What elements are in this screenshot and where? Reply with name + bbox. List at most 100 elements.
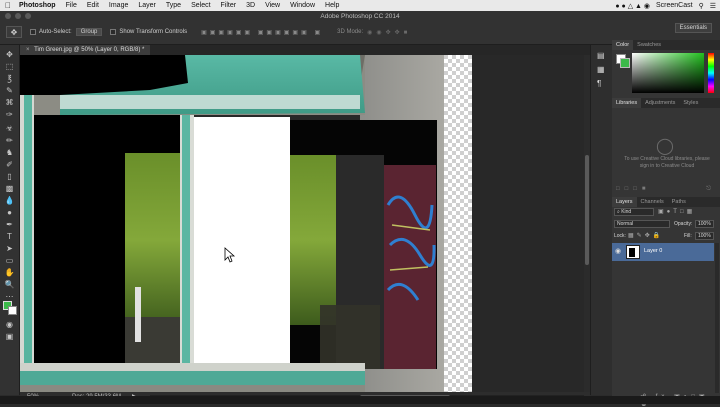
- blend-mode-dropdown[interactable]: Normal: [614, 220, 670, 228]
- screencast-label[interactable]: ScreenCast: [656, 2, 693, 9]
- window-title: Adobe Photoshop CC 2014: [320, 13, 400, 20]
- apple-icon[interactable]: : [0, 1, 16, 10]
- greenery-right: [290, 155, 336, 325]
- tab-swatches[interactable]: Swatches: [633, 40, 665, 50]
- hand-tool-icon[interactable]: ✋: [4, 267, 15, 278]
- greenery-left: [125, 153, 180, 328]
- 3d-mode-label: 3D Mode:: [337, 29, 364, 35]
- move-tool-icon[interactable]: ✥: [4, 49, 15, 60]
- auto-select-dropdown[interactable]: Group: [75, 28, 103, 36]
- color-hue-slider[interactable]: [708, 53, 714, 93]
- 3d-mode-icons[interactable]: ◉◉✥✥■: [367, 29, 411, 36]
- creative-cloud-icon: ◯: [656, 138, 674, 155]
- blur-tool-icon[interactable]: 💧: [4, 195, 15, 206]
- document-canvas[interactable]: [20, 55, 590, 392]
- tab-adjustments[interactable]: Adjustments: [641, 98, 679, 108]
- menu-view[interactable]: View: [260, 2, 285, 9]
- tab-color[interactable]: Color: [612, 40, 634, 50]
- paragraph-panel-icon[interactable]: ¶: [597, 79, 601, 88]
- lock-label: Lock:: [614, 233, 626, 239]
- move-tool-options: ✥ Auto-Select: Group Show Transform Cont…: [0, 24, 600, 40]
- menu-filter[interactable]: Filter: [216, 2, 242, 9]
- menu-edit[interactable]: Edit: [82, 2, 104, 9]
- fill-value[interactable]: 100%: [695, 232, 714, 240]
- libraries-message: To use Creative Cloud libraries, please …: [624, 156, 710, 169]
- menu-help[interactable]: Help: [320, 2, 344, 9]
- clone-stamp-icon[interactable]: ♞: [4, 147, 15, 158]
- workspace-switcher[interactable]: Essentials: [674, 23, 712, 33]
- quick-select-tool-icon[interactable]: ✎: [4, 85, 15, 96]
- graffiti-wall: [384, 165, 436, 369]
- lock-icons[interactable]: ▦✎✥🔒: [628, 232, 663, 239]
- layer-filter-icons[interactable]: ▣●T□▦: [658, 208, 695, 215]
- libraries-panel-tabs: Libraries Adjustments Styles: [612, 98, 720, 108]
- brush-tool-icon[interactable]: ✏: [4, 135, 15, 146]
- tools-panel: ✥ ⬚ ℥ ✎ ⌘ ✑ ☣ ✏ ♞ ✐ ▯ ▩ 💧 ● ✒ T ➤ ▭ ✋ 🔍 …: [0, 45, 20, 395]
- zoom-tool-icon[interactable]: 🔍: [4, 279, 15, 290]
- menu-select[interactable]: Select: [186, 2, 215, 9]
- document-tab-close-icon[interactable]: ×: [26, 47, 30, 53]
- layers-scrollbar[interactable]: [715, 243, 719, 393]
- menu-layer[interactable]: Layer: [133, 2, 161, 9]
- menu-extras-icons[interactable]: ● ● △ ▲ ◉: [615, 2, 650, 10]
- screen-mode-icon[interactable]: ▣: [4, 331, 15, 342]
- auto-select-checkbox[interactable]: [30, 29, 36, 35]
- color-panel-tabs: Color Swatches: [612, 40, 720, 50]
- eraser-tool-icon[interactable]: ▯: [4, 171, 15, 182]
- menu-3d[interactable]: 3D: [241, 2, 260, 9]
- path-select-tool-icon[interactable]: ➤: [4, 243, 15, 254]
- opacity-value[interactable]: 100%: [695, 220, 714, 228]
- white-fill-area: [194, 117, 290, 369]
- tab-channels[interactable]: Channels: [637, 197, 668, 207]
- menu-window[interactable]: Window: [285, 2, 320, 9]
- type-tool-icon[interactable]: T: [4, 231, 15, 242]
- crop-tool-icon[interactable]: ⌘: [4, 97, 15, 108]
- shape-tool-icon[interactable]: ▭: [4, 255, 15, 266]
- transparency-checkerboard: [442, 55, 472, 392]
- show-transform-label: Show Transform Controls: [119, 29, 188, 35]
- lasso-tool-icon[interactable]: ℥: [4, 73, 15, 84]
- tab-libraries[interactable]: Libraries: [612, 98, 642, 108]
- history-brush-icon[interactable]: ✐: [4, 159, 15, 170]
- search-icon[interactable]: ⚲: [699, 2, 704, 10]
- history-panel-icon[interactable]: ▤: [597, 51, 605, 60]
- color-bg-swatch[interactable]: [620, 58, 630, 68]
- gradient-tool-icon[interactable]: ▩: [4, 183, 15, 194]
- menu-app-name[interactable]: Photoshop: [16, 2, 61, 9]
- list-icon[interactable]: ☰: [710, 2, 716, 10]
- panel-icon-dock: ▤ ▦ ¶: [590, 45, 612, 395]
- layer-name[interactable]: Layer 0: [644, 248, 662, 254]
- tab-styles[interactable]: Styles: [679, 98, 702, 108]
- align-buttons[interactable]: ▣▣▣▣▣▣ ▣▣▣▣▣▣ ▣: [201, 29, 323, 36]
- show-transform-checkbox[interactable]: [110, 29, 117, 35]
- kind-label: Kind: [621, 209, 632, 215]
- healing-brush-icon[interactable]: ☣: [4, 123, 15, 134]
- canvas-area[interactable]: [20, 55, 590, 392]
- dodge-tool-icon[interactable]: ●: [4, 207, 15, 218]
- layer-thumbnail[interactable]: [626, 245, 640, 259]
- auto-select-label: Auto-Select:: [39, 29, 72, 35]
- fill-label: Fill:: [684, 233, 692, 239]
- layer-visibility-eye-icon[interactable]: ◉: [615, 247, 621, 255]
- vertical-scroll-thumb[interactable]: [585, 155, 589, 265]
- menu-type[interactable]: Type: [161, 2, 186, 9]
- tab-paths[interactable]: Paths: [668, 197, 690, 207]
- move-tool-preset-icon[interactable]: ✥: [6, 26, 22, 38]
- right-panels: Color Swatches Libraries Adjustments Sty…: [612, 40, 720, 407]
- layer-kind-filter[interactable]: ⌕ Kind: [614, 208, 654, 216]
- properties-panel-icon[interactable]: ▦: [597, 65, 605, 74]
- libraries-footer-icons[interactable]: □□□■ ⎋: [616, 186, 716, 193]
- quick-mask-icon[interactable]: ◉: [4, 319, 15, 330]
- eyedropper-tool-icon[interactable]: ✑: [4, 109, 15, 120]
- color-picker-field[interactable]: [632, 53, 704, 93]
- layer-row-layer-0[interactable]: ◉ Layer 0: [612, 243, 714, 261]
- background-color-swatch[interactable]: [8, 306, 17, 315]
- pen-tool-icon[interactable]: ✒: [4, 219, 15, 230]
- menu-file[interactable]: File: [61, 2, 82, 9]
- layers-panel-tabs: Layers Channels Paths: [612, 197, 720, 207]
- document-tab[interactable]: × Tim Green.jpg @ 50% (Layer 0, RGB/8) *: [20, 45, 151, 55]
- marquee-tool-icon[interactable]: ⬚: [4, 61, 15, 72]
- tab-layers[interactable]: Layers: [612, 197, 637, 207]
- menu-image[interactable]: Image: [104, 2, 133, 9]
- opacity-label: Opacity:: [674, 221, 693, 227]
